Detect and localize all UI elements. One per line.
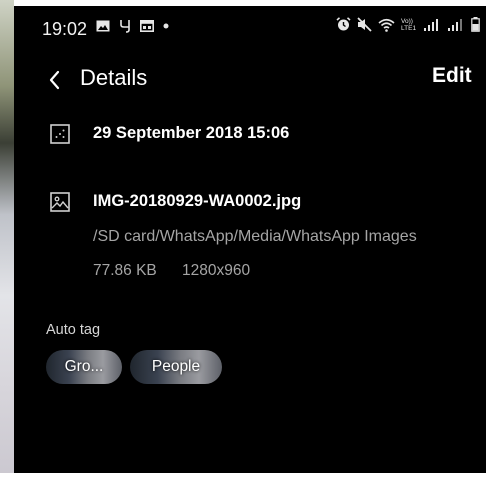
battery-icon [471, 17, 480, 32]
back-arrow-icon[interactable] [44, 68, 68, 92]
signal-icon [448, 18, 462, 31]
alarm-icon [336, 17, 351, 31]
y-app-notification-icon [120, 20, 130, 33]
edit-button[interactable]: Edit [432, 64, 472, 88]
dot-icon [163, 23, 169, 29]
tag-chip-group[interactable]: Gro... [46, 350, 122, 384]
app-bar: Details Edit [14, 54, 486, 104]
page-title: Details [80, 65, 148, 90]
signal-icon [424, 18, 438, 31]
mute-icon [357, 17, 372, 32]
background-bottom [0, 473, 492, 477]
image-notification-icon [96, 20, 110, 32]
file-name: IMG-20180929-WA0002.jpg [93, 192, 302, 210]
volte-indicator: Vo)) LTE1 [401, 17, 417, 32]
background-photo-strip [0, 0, 14, 477]
background-right [486, 0, 492, 477]
tag-chip-label: People [151, 358, 201, 375]
tag-chip-people[interactable]: People [130, 350, 222, 384]
file-path: /SD card/WhatsApp/Media/WhatsApp Images [93, 228, 417, 245]
status-time: 19:02 [42, 19, 88, 39]
system-icons: Vo)) LTE1 [336, 17, 480, 32]
date-icon [50, 124, 70, 144]
image-file-icon [50, 192, 70, 212]
details-screen: 19:02 Vo)) LTE1 Details Edit 29 Septembe… [14, 6, 486, 473]
calendar-notification-icon [140, 20, 154, 32]
status-bar: 19:02 Vo)) LTE1 [14, 6, 486, 42]
wifi-icon [378, 18, 395, 32]
notification-icons [96, 19, 169, 33]
file-size: 77.86 KB [93, 262, 157, 279]
image-resolution: 1280x960 [182, 262, 251, 279]
tag-chip-label: Gro... [64, 358, 104, 375]
date-taken: 29 September 2018 15:06 [93, 124, 290, 142]
auto-tag-label: Auto tag [46, 322, 101, 338]
